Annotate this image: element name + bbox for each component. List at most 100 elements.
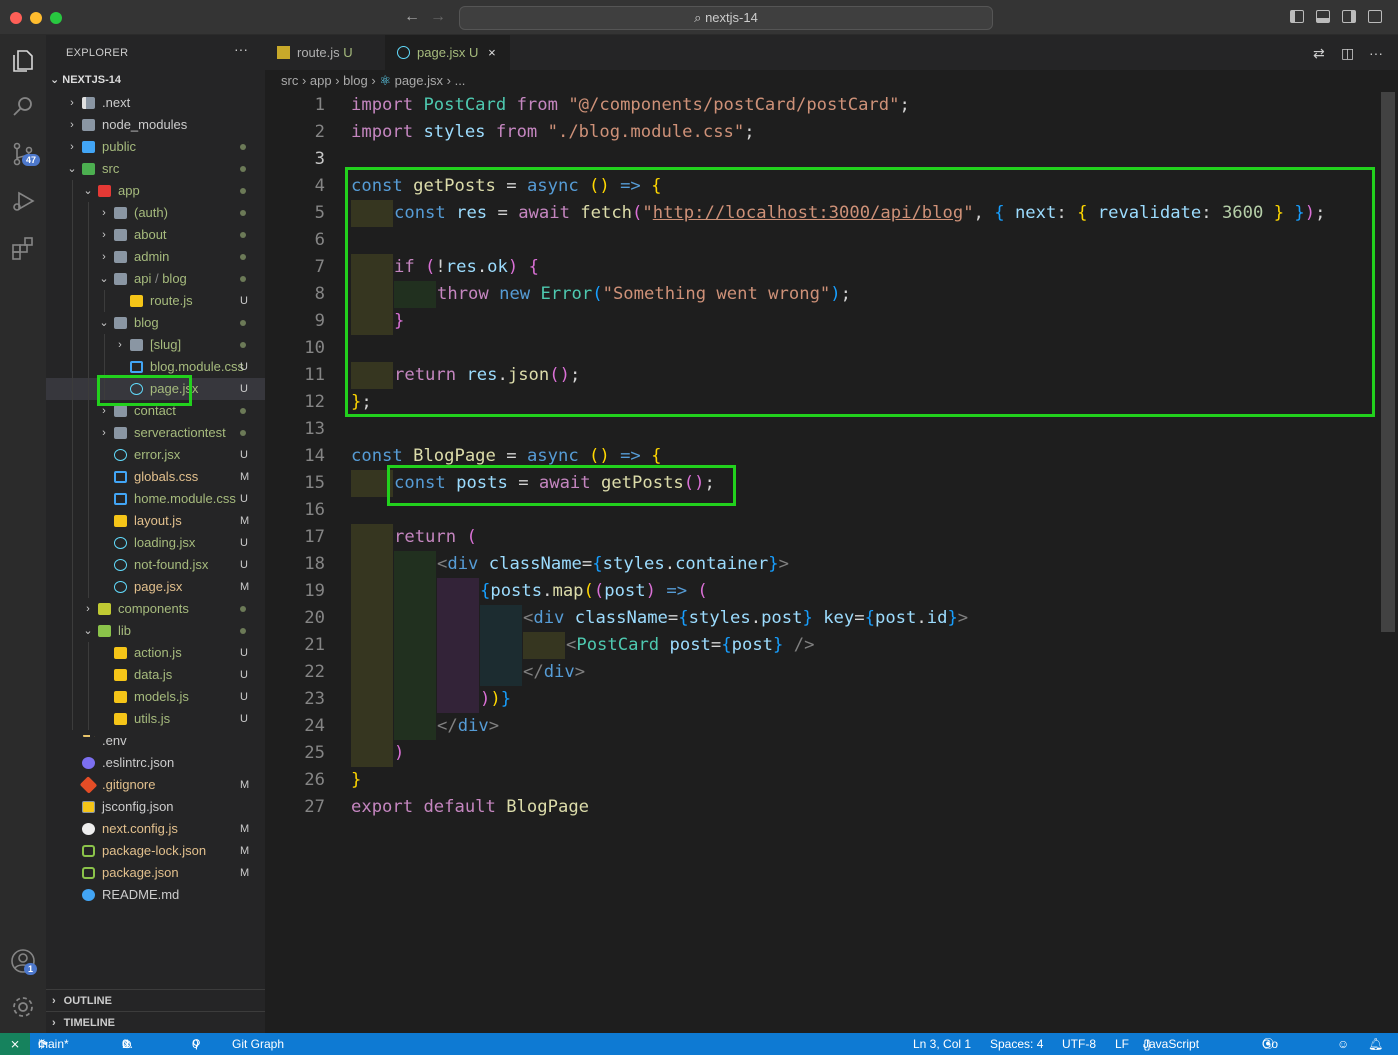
code-line[interactable]: 14 const BlogPage = async () => { [265, 443, 1375, 470]
encoding-status[interactable]: UTF-8 [1062, 1033, 1096, 1055]
code-line[interactable]: 3 [265, 146, 1375, 173]
editor-scrollbar[interactable] [1381, 92, 1395, 632]
git-graph-button[interactable]: Git Graph [232, 1033, 284, 1055]
tree-item[interactable]: ⌄ api / blog [46, 268, 265, 290]
tree-item[interactable]: › .next [46, 92, 265, 114]
feedback-icon[interactable]: ☺ [1337, 1033, 1349, 1055]
open-changes-icon[interactable]: ⇄ [1313, 45, 1325, 62]
code-line[interactable]: 23))} [265, 686, 1375, 713]
maximize-window-button[interactable] [50, 12, 62, 24]
run-debug-icon[interactable] [9, 187, 37, 215]
code-line[interactable]: 24 </div> [265, 713, 1375, 740]
code-line[interactable]: 7 if (!res.ok) { [265, 254, 1375, 281]
breadcrumb-file[interactable]: page.jsx [395, 73, 443, 88]
code-line[interactable]: 18 <div className={styles.container}> [265, 551, 1375, 578]
tree-item[interactable]: error.jsx U [46, 444, 265, 466]
tree-item[interactable]: ⌄ app [46, 180, 265, 202]
code-line[interactable]: 6 [265, 227, 1375, 254]
code-line[interactable]: 8 throw new Error("Something went wrong")… [265, 281, 1375, 308]
code-line[interactable]: 19 {posts.map((post) => ( [265, 578, 1375, 605]
tree-item[interactable]: › admin [46, 246, 265, 268]
tree-item[interactable]: .env [46, 730, 265, 752]
code-line[interactable]: 5 const res = await fetch("http://localho… [265, 200, 1375, 227]
code-line[interactable]: 26} [265, 767, 1375, 794]
outline-section[interactable]: › OUTLINE [46, 989, 265, 1011]
tab-page-jsx[interactable]: page.jsx U × [385, 35, 510, 70]
tree-item[interactable]: home.module.css U [46, 488, 265, 510]
tree-item[interactable]: ⌄ blog [46, 312, 265, 334]
close-tab-icon[interactable]: × [488, 45, 496, 60]
customize-layout-icon[interactable] [1368, 10, 1382, 23]
tree-item[interactable]: data.js U [46, 664, 265, 686]
explorer-more-actions-button[interactable]: ··· [234, 41, 248, 57]
tree-item[interactable]: models.js U [46, 686, 265, 708]
code-line[interactable]: 17 return ( [265, 524, 1375, 551]
split-editor-icon[interactable]: ◫ [1341, 45, 1354, 62]
code-line[interactable]: 27 export default BlogPage [265, 794, 1375, 821]
tree-item[interactable]: globals.css M [46, 466, 265, 488]
code-line[interactable]: 12}; [265, 389, 1375, 416]
cursor-position[interactable]: Ln 3, Col 1 [913, 1033, 971, 1055]
code-editor[interactable]: 1 import PostCard from "@/components/post… [265, 92, 1398, 1033]
tree-item[interactable]: jsconfig.json [46, 796, 265, 818]
tree-item[interactable]: › contact [46, 400, 265, 422]
code-line[interactable]: 13 [265, 416, 1375, 443]
code-line[interactable]: 1 import PostCard from "@/components/post… [265, 92, 1375, 119]
close-window-button[interactable] [10, 12, 22, 24]
tree-item[interactable]: loading.jsx U [46, 532, 265, 554]
tree-item[interactable]: .eslintrc.json [46, 752, 265, 774]
tree-item[interactable]: ⌄ src [46, 158, 265, 180]
breadcrumb-src[interactable]: src [281, 73, 298, 88]
code-line[interactable]: 21 <PostCard post={post} /> [265, 632, 1375, 659]
toggle-primary-sidebar-icon[interactable] [1290, 10, 1304, 23]
explorer-icon[interactable] [9, 47, 37, 75]
code-line[interactable]: 20 <div className={styles.post} key={post… [265, 605, 1375, 632]
tree-item[interactable]: README.md [46, 884, 265, 906]
toggle-secondary-sidebar-icon[interactable] [1342, 10, 1356, 23]
code-line[interactable]: 16 [265, 497, 1375, 524]
tree-item[interactable]: › (auth) [46, 202, 265, 224]
toggle-panel-icon[interactable] [1316, 10, 1330, 23]
back-arrow-icon[interactable]: ← [404, 8, 420, 26]
tree-item[interactable]: › serveractiontest [46, 422, 265, 444]
code-line[interactable]: 2 import styles from "./blog.module.css"; [265, 119, 1375, 146]
tree-item[interactable]: › components [46, 598, 265, 620]
tree-item[interactable]: not-found.jsx U [46, 554, 265, 576]
timeline-section[interactable]: › TIMELINE [46, 1011, 265, 1033]
tree-item[interactable]: › [slug] [46, 334, 265, 356]
code-line[interactable]: 11 return res.json(); [265, 362, 1375, 389]
indentation-status[interactable]: Spaces: 4 [990, 1033, 1043, 1055]
code-line[interactable]: 4 const getPosts = async () => { [265, 173, 1375, 200]
search-icon[interactable] [9, 93, 37, 121]
command-center-search[interactable]: ⌕ nextjs-14 [459, 6, 993, 30]
tree-item[interactable]: route.js U [46, 290, 265, 312]
tree-item[interactable]: ⌄ lib [46, 620, 265, 642]
tree-item[interactable]: package.json M [46, 862, 265, 884]
breadcrumb-symbol[interactable]: ... [455, 73, 466, 88]
eol-status[interactable]: LF [1115, 1033, 1129, 1055]
extensions-icon[interactable] [9, 235, 37, 263]
code-line[interactable]: 15 const posts = await getPosts(); [265, 470, 1375, 497]
forward-arrow-icon[interactable]: → [430, 8, 446, 26]
code-line[interactable]: 22 </div> [265, 659, 1375, 686]
tree-item[interactable]: layout.js M [46, 510, 265, 532]
tab-route-js[interactable]: route.js U [265, 35, 385, 70]
code-line[interactable]: 9} [265, 308, 1375, 335]
breadcrumb-app[interactable]: app [310, 73, 332, 88]
tree-item[interactable]: › node_modules [46, 114, 265, 136]
tree-item[interactable]: page.jsx M [46, 576, 265, 598]
tree-item[interactable]: package-lock.json M [46, 840, 265, 862]
tree-item[interactable]: › about [46, 224, 265, 246]
tree-item[interactable]: next.config.js M [46, 818, 265, 840]
remote-indicator[interactable]: ⨯ [0, 1033, 30, 1055]
tree-item[interactable]: page.jsx U [46, 378, 265, 400]
minimize-window-button[interactable] [30, 12, 42, 24]
more-actions-icon[interactable]: ··· [1369, 45, 1383, 61]
notifications-bell-icon[interactable]: 🔔︎ [1368, 1033, 1383, 1055]
tree-item[interactable]: › public [46, 136, 265, 158]
workspace-root[interactable]: ⌄ NEXTJS-14 [50, 73, 121, 86]
manage-gear-icon[interactable] [9, 993, 37, 1021]
breadcrumb-blog[interactable]: blog [343, 73, 368, 88]
tree-item[interactable]: blog.module.css U [46, 356, 265, 378]
tree-item[interactable]: .gitignore M [46, 774, 265, 796]
